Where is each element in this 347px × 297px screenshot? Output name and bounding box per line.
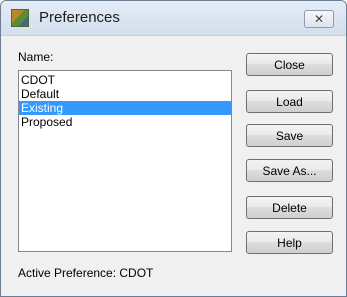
preferences-app-icon	[11, 9, 29, 27]
title-bar[interactable]: Preferences ✕	[1, 1, 346, 36]
help-button[interactable]: Help	[246, 231, 333, 254]
window-close-button[interactable]: ✕	[304, 10, 334, 28]
list-item-default[interactable]: Default	[19, 87, 231, 101]
window-title: Preferences	[39, 9, 120, 26]
list-item-existing[interactable]: Existing	[19, 101, 231, 115]
save-button[interactable]: Save	[246, 124, 333, 147]
list-item-cdot[interactable]: CDOT	[19, 73, 231, 87]
close-button[interactable]: Close	[246, 53, 333, 76]
list-item-proposed[interactable]: Proposed	[19, 115, 231, 129]
preferences-list[interactable]: CDOT Default Existing Proposed	[18, 70, 232, 252]
dialog-client-area: Name: CDOT Default Existing Proposed Clo…	[1, 36, 346, 296]
preferences-dialog: Preferences ✕ Name: CDOT Default Existin…	[0, 0, 347, 297]
active-preference-status: Active Preference: CDOT	[18, 266, 154, 280]
close-icon: ✕	[313, 12, 325, 26]
load-button[interactable]: Load	[246, 90, 333, 113]
delete-button[interactable]: Delete	[246, 196, 333, 219]
save-as-button[interactable]: Save As...	[246, 159, 333, 182]
name-label: Name:	[18, 50, 54, 64]
